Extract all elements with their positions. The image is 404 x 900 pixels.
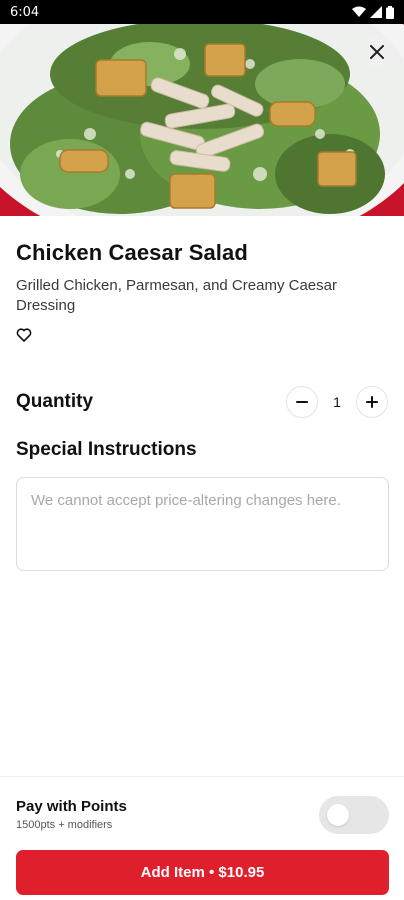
decrement-button[interactable] bbox=[286, 386, 318, 418]
pay-with-points-label: Pay with Points bbox=[16, 798, 127, 815]
quantity-value: 1 bbox=[333, 394, 341, 410]
pay-with-points-toggle[interactable] bbox=[319, 796, 389, 834]
minus-icon bbox=[296, 401, 308, 403]
special-instructions-input[interactable] bbox=[16, 477, 389, 571]
close-button[interactable] bbox=[361, 36, 393, 68]
cellular-icon bbox=[370, 6, 382, 18]
increment-button[interactable] bbox=[356, 386, 388, 418]
salad-illustration bbox=[0, 24, 404, 216]
quantity-label: Quantity bbox=[16, 391, 94, 412]
special-instructions-label: Special Instructions bbox=[16, 439, 197, 460]
status-time: 6:04 bbox=[10, 4, 40, 20]
checkout-footer: Pay with Points 1500pts + modifiers Add … bbox=[0, 776, 404, 900]
battery-icon bbox=[386, 5, 394, 19]
plus-icon bbox=[366, 396, 378, 408]
points-cost-text: 1500pts + modifiers bbox=[16, 819, 113, 831]
toggle-knob bbox=[327, 804, 349, 826]
add-item-button[interactable]: Add Item • $10.95 bbox=[16, 850, 389, 895]
item-title: Chicken Caesar Salad bbox=[16, 240, 248, 265]
item-description: Grilled Chicken, Parmesan, and Creamy Ca… bbox=[16, 277, 337, 314]
close-icon bbox=[370, 45, 384, 59]
item-image bbox=[0, 24, 404, 216]
favorite-button[interactable] bbox=[16, 327, 32, 343]
wifi-icon bbox=[352, 6, 366, 17]
heart-outline-icon bbox=[16, 328, 32, 342]
quantity-stepper: 1 bbox=[286, 386, 388, 418]
status-bar: 6:04 bbox=[0, 0, 404, 24]
status-icons bbox=[352, 5, 394, 19]
